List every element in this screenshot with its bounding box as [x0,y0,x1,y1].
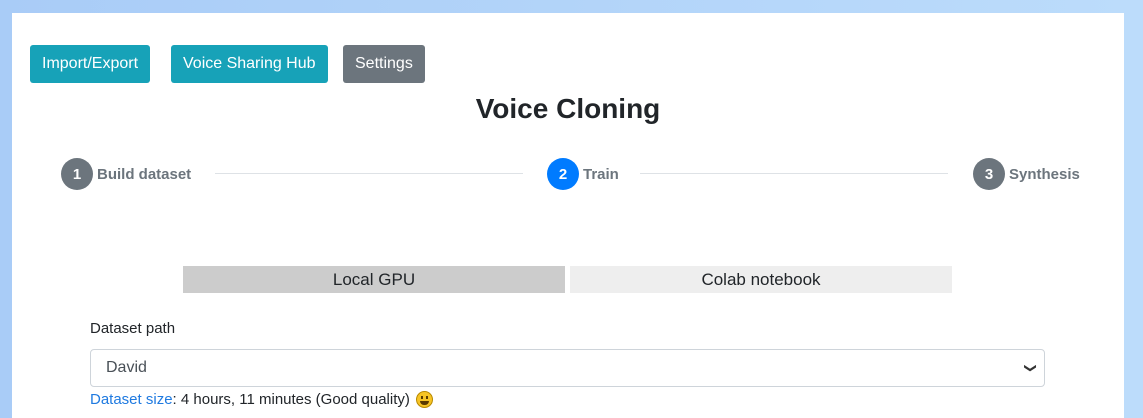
settings-button[interactable]: Settings [343,45,425,83]
step-number: 2 [547,158,579,190]
tab-local-gpu[interactable]: Local GPU [183,266,565,293]
page-title: Voice Cloning [475,93,661,124]
main-card: Import/Export Voice Sharing Hub Settings… [12,13,1124,418]
step-train[interactable]: 2 Train [547,158,619,190]
step-synthesis[interactable]: 3 Synthesis [973,158,1080,190]
stepper: 1 Build dataset 2 Train 3 Synthesis [12,158,1124,190]
step-label: Build dataset [97,165,192,183]
step-build-dataset[interactable]: 1 Build dataset [61,158,191,190]
dataset-size-info: Dataset size : 4 hours, 11 minutes (Good… [90,391,433,408]
dataset-path-value: David [106,359,147,376]
step-label: Train [583,165,619,183]
step-number: 1 [61,158,93,190]
dataset-size-link[interactable]: Dataset size [90,391,173,408]
step-number: 3 [973,158,1005,190]
dataset-path-select[interactable]: David ❯ [90,349,1045,387]
dataset-size-value: : 4 hours, 11 minutes (Good quality) [172,391,410,408]
import-export-button[interactable]: Import/Export [30,45,151,83]
tab-colab-notebook[interactable]: Colab notebook [570,266,952,293]
step-connector [640,173,948,174]
chevron-down-icon: ❯ [1023,362,1038,374]
step-connector [215,173,523,174]
step-label: Synthesis [1009,165,1080,183]
smile-icon [415,391,433,408]
voice-sharing-hub-button[interactable]: Voice Sharing Hub [171,45,328,83]
dataset-path-label: Dataset path [90,320,176,337]
